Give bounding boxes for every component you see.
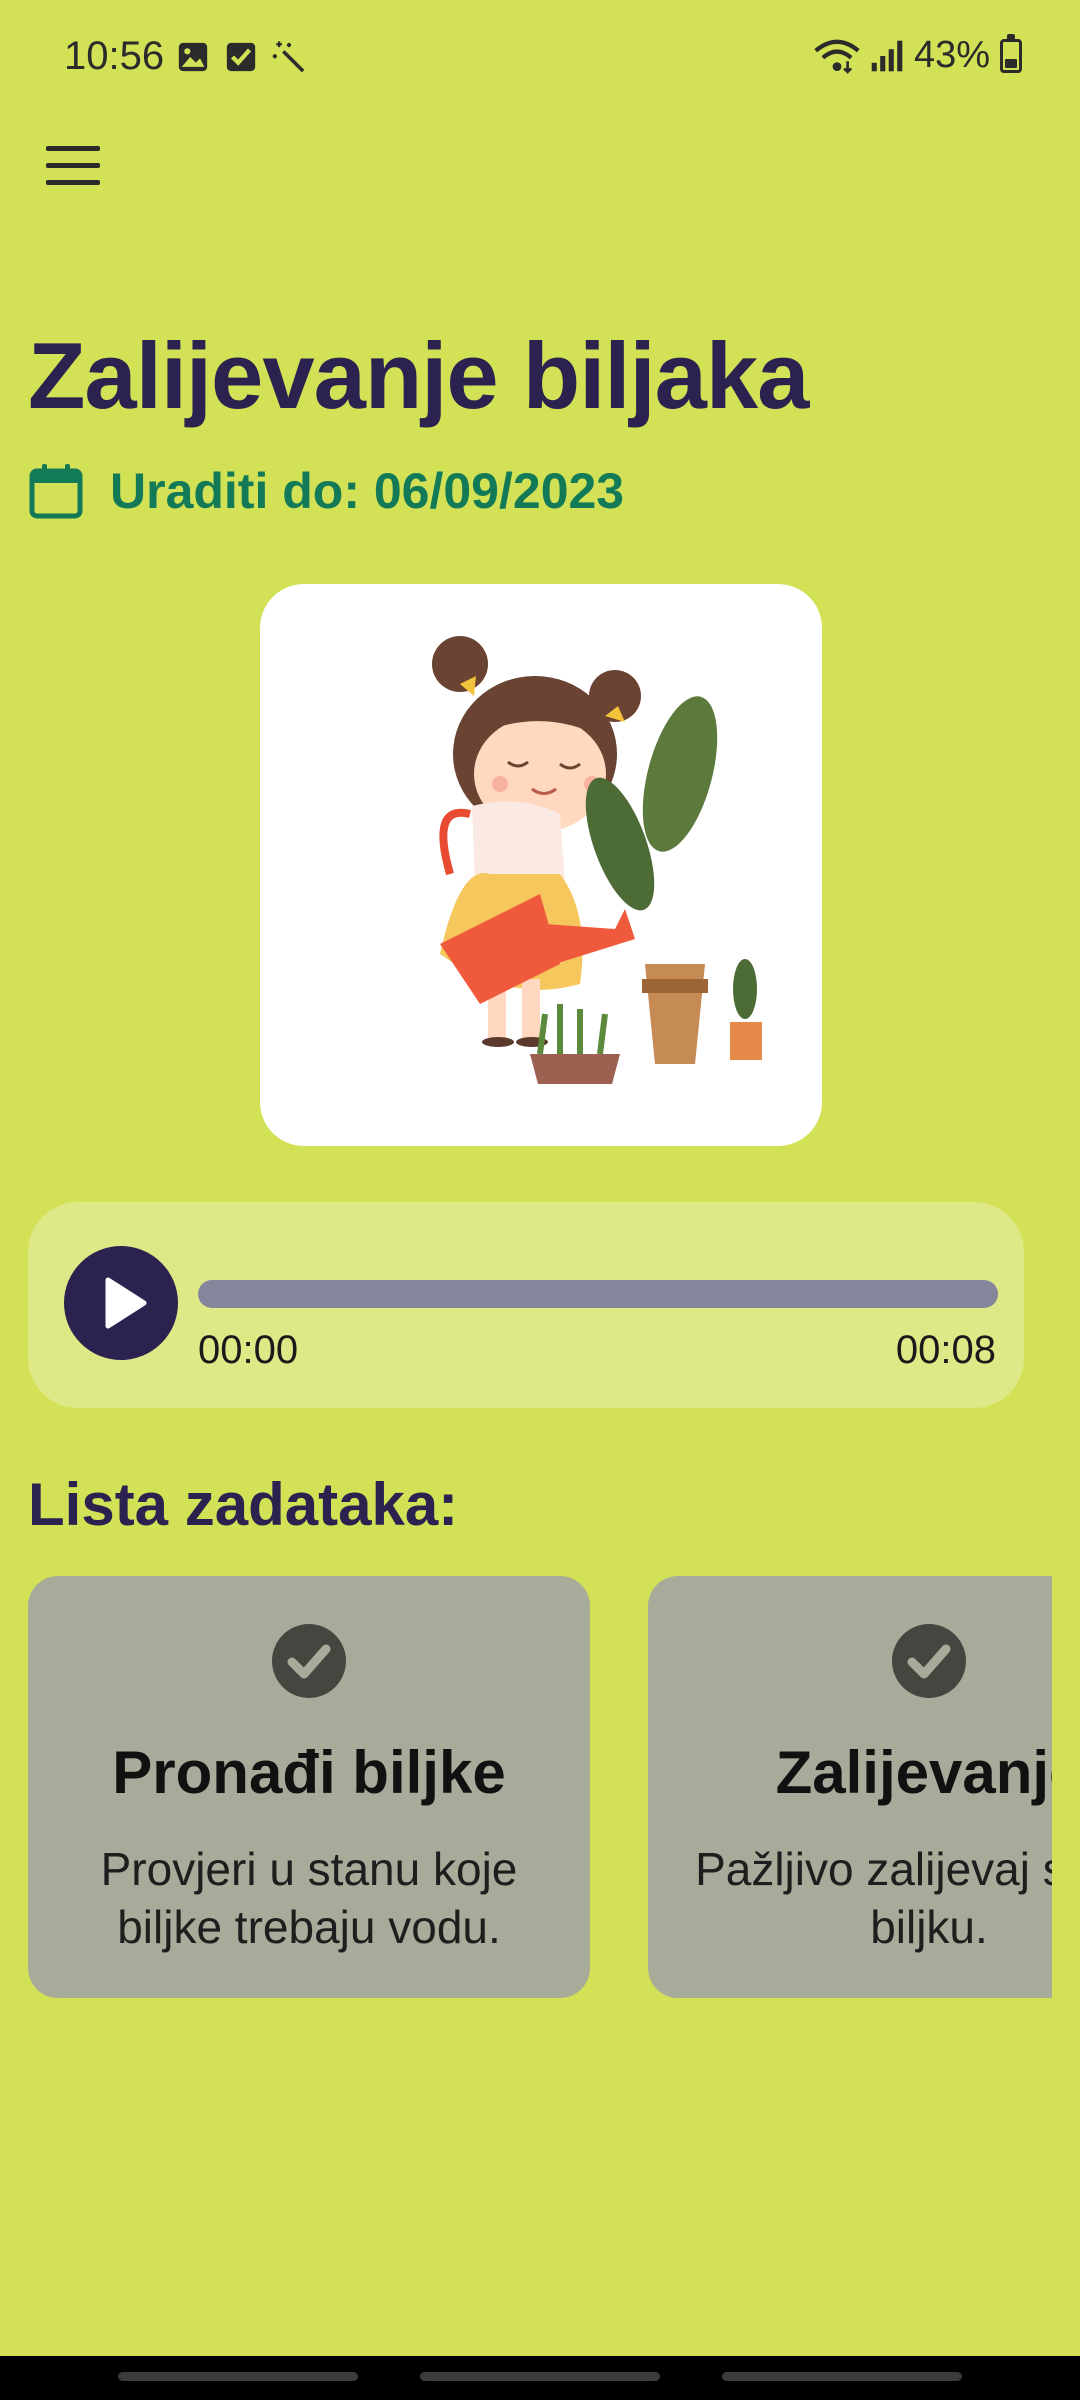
battery-level-fill — [1005, 59, 1017, 68]
due-date-row: Uraditi do: 06/09/2023 — [28, 462, 624, 520]
audio-current-time: 00:00 — [198, 1328, 299, 1372]
task-list-heading: Lista zadataka: — [28, 1471, 459, 1538]
nav-back-handle[interactable] — [722, 2372, 962, 2381]
due-date-text: Uraditi do: 06/09/2023 — [110, 463, 625, 519]
nav-recents-handle[interactable] — [118, 2372, 358, 2381]
task-card[interactable]: Pronađi biljke Provjeri u stanu koje bil… — [28, 1576, 590, 1998]
hamburger-menu-icon[interactable] — [42, 140, 104, 192]
status-notification-icons — [176, 40, 306, 74]
battery-icon — [1000, 33, 1022, 73]
task-description: Provjeri u stanu koje biljke trebaju vod… — [100, 1843, 518, 1953]
status-bar: 10:56 43% — [0, 0, 1080, 120]
task-title: Pronađi biljke — [112, 1739, 506, 1806]
wifi-icon — [814, 39, 860, 74]
check-circle-icon — [272, 1624, 346, 1698]
magic-wand-icon — [272, 41, 305, 73]
status-system-icons: 43% — [814, 33, 1022, 77]
nav-home-handle[interactable] — [420, 2372, 660, 2381]
status-time: 10:56 — [64, 34, 165, 78]
task-title: Zalijevanje — [775, 1739, 1052, 1806]
task-illustration — [260, 584, 822, 1146]
task-card[interactable]: Zalijevanje Pažljivo zalijevaj svaku bil… — [648, 1576, 1052, 1998]
image-icon — [178, 42, 208, 72]
audio-total-time: 00:08 — [895, 1328, 996, 1372]
task-description: Pažljivo zalijevaj svaku biljku. — [695, 1843, 1052, 1953]
task-list-carousel[interactable]: Pronađi biljke Provjeri u stanu koje bil… — [0, 1576, 1052, 2000]
checkbox-icon — [226, 42, 256, 72]
page-title: Zalijevanje biljaka — [28, 323, 809, 428]
calendar-icon — [29, 464, 83, 519]
audio-player: 00:00 00:08 — [28, 1202, 1024, 1408]
check-circle-icon — [892, 1624, 966, 1698]
audio-progress-bar[interactable] — [198, 1280, 998, 1308]
battery-percent: 43% — [913, 34, 990, 76]
play-icon — [105, 1277, 147, 1329]
system-navigation-bar — [0, 2356, 1080, 2400]
play-button[interactable] — [64, 1246, 178, 1360]
signal-icon — [871, 40, 903, 71]
girl-watering-plants-illustration — [432, 636, 762, 1084]
